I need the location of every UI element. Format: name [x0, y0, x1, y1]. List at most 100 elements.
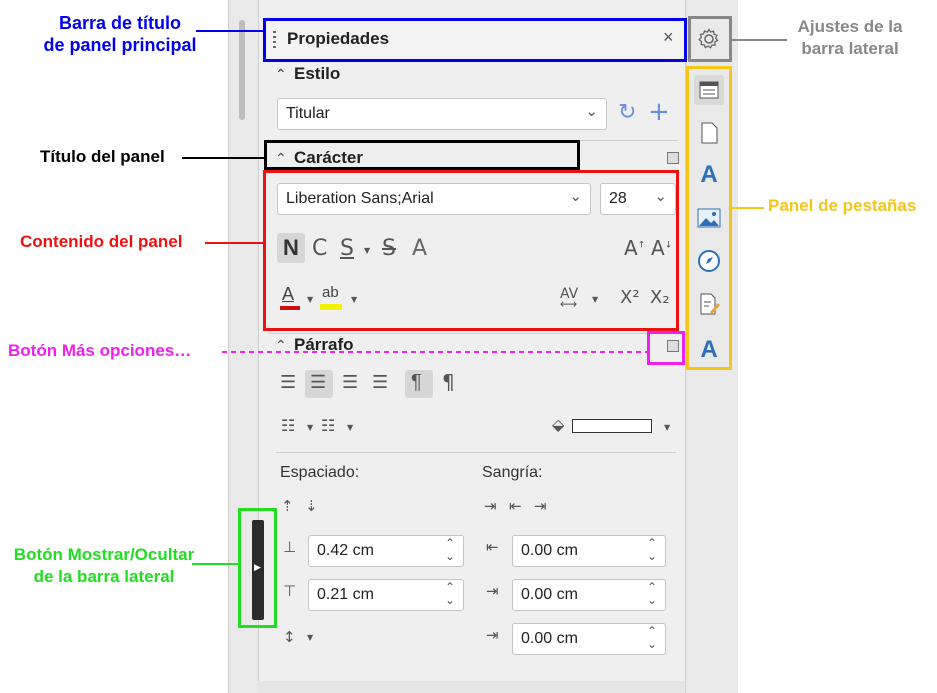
gallery-glyph-icon: [697, 208, 721, 228]
collapse-chevron-icon[interactable]: ⌃: [275, 150, 287, 167]
underline-button[interactable]: S: [340, 236, 354, 261]
increase-font-icon[interactable]: A↑: [624, 236, 645, 260]
subscript-button[interactable]: X₂: [650, 287, 670, 308]
page-glyph-icon: [701, 122, 718, 144]
new-style-icon[interactable]: +: [648, 97, 670, 127]
align-left-icon[interactable]: ☰: [280, 372, 296, 393]
numbered-dropdown-icon[interactable]: ▼: [347, 423, 353, 432]
line-spacing-dropdown-icon[interactable]: ▼: [307, 633, 313, 642]
background-dropdown-icon[interactable]: ▼: [664, 423, 670, 432]
spin-arrows-icon[interactable]: ⌃ ⌄: [647, 625, 657, 651]
strikethrough-button[interactable]: S: [382, 236, 396, 261]
first-line-indent-value: 0.00 cm: [521, 630, 578, 647]
character-spacing-icon[interactable]: AV ⟷: [560, 286, 578, 318]
chevron-down-icon: ⌄: [654, 188, 667, 205]
pilcrow-ltr-icon: ¶: [411, 371, 422, 393]
italic-button[interactable]: C: [312, 236, 327, 261]
decrease-spacing-icon[interactable]: ⇣: [305, 497, 318, 515]
background-color-swatch[interactable]: [572, 419, 652, 433]
align-center-button[interactable]: ☰: [305, 370, 333, 398]
justify-icon[interactable]: ☰: [372, 372, 388, 393]
before-indent-value: 0.00 cm: [521, 542, 578, 559]
below-spacing-value: 0.21 cm: [317, 586, 374, 603]
below-spacing-field[interactable]: 0.21 cm ⌃ ⌄: [308, 579, 464, 611]
spin-arrows-icon[interactable]: ⌃ ⌄: [647, 581, 657, 607]
bullet-dropdown-icon[interactable]: ▼: [307, 423, 313, 432]
above-spacing-field[interactable]: 0.42 cm ⌃ ⌄: [308, 535, 464, 567]
spin-arrows-icon[interactable]: ⌃ ⌄: [445, 537, 455, 563]
first-line-indent-field[interactable]: 0.00 cm ⌃ ⌄: [512, 623, 666, 655]
character-panel-title[interactable]: Carácter: [294, 148, 363, 168]
align-right-icon[interactable]: ☰: [342, 372, 358, 393]
scrollbar-thumb[interactable]: [239, 20, 245, 120]
content-callout-line: [205, 242, 265, 244]
panel-content-annotation: Contenido del panel: [20, 232, 183, 251]
ltr-button[interactable]: ¶: [405, 370, 433, 398]
manage-changes-icon[interactable]: [694, 289, 724, 319]
design-icon[interactable]: A: [694, 335, 724, 365]
decrease-font-icon[interactable]: A↓: [651, 236, 672, 260]
expand-arrow-icon: ▶: [254, 562, 261, 572]
background-fill-icon[interactable]: ⬙: [552, 415, 564, 434]
decrease-indent-icon[interactable]: ⇤: [509, 497, 522, 515]
style-panel-title[interactable]: Estilo: [294, 64, 340, 84]
divider: [276, 452, 676, 453]
increase-spacing-icon[interactable]: ⇡: [281, 497, 294, 515]
font-color-swatch: [280, 306, 300, 310]
above-spacing-icon: ⊥: [283, 538, 297, 556]
style-select-value: Titular: [286, 105, 330, 122]
properties-icon[interactable]: [694, 75, 724, 105]
underline-dropdown-icon[interactable]: ▼: [364, 246, 370, 255]
collapse-chevron-icon[interactable]: ⌃: [275, 66, 287, 83]
pilcrow-rtl-icon[interactable]: ¶: [442, 370, 455, 394]
deck-bottom: [258, 681, 685, 693]
font-size-select[interactable]: 28 ⌄: [600, 183, 676, 215]
after-indent-field[interactable]: 0.00 cm ⌃ ⌄: [512, 579, 666, 611]
style-select[interactable]: Titular ⌄: [277, 98, 607, 130]
character-more-options-icon[interactable]: [667, 152, 679, 164]
update-style-icon[interactable]: ↻: [618, 100, 636, 125]
properties-glyph-icon: [699, 81, 719, 99]
highlight-icon: ab: [322, 284, 339, 301]
first-line-indent-icon: ⇥: [486, 626, 499, 644]
page-icon[interactable]: [694, 118, 724, 148]
shadow-button[interactable]: A: [412, 236, 427, 261]
more-options-callout-line: [222, 351, 648, 353]
bold-button[interactable]: N: [277, 233, 305, 263]
line-spacing-icon[interactable]: ↕: [283, 628, 296, 646]
spacing-dropdown-icon[interactable]: ▼: [592, 295, 598, 304]
before-indent-field[interactable]: 0.00 cm ⌃ ⌄: [512, 535, 666, 567]
panel-title-callout-line: [182, 157, 265, 159]
numbered-list-icon[interactable]: ☷: [321, 416, 335, 435]
deck-title: Propiedades: [287, 29, 390, 48]
spin-arrows-icon[interactable]: ⌃ ⌄: [647, 537, 657, 563]
toggle-sidebar-button[interactable]: ▶: [252, 520, 264, 620]
font-size-value: 28: [609, 190, 627, 207]
highlight-button[interactable]: ab: [320, 284, 344, 312]
after-indent-value: 0.00 cm: [521, 586, 578, 603]
font-color-button[interactable]: A: [279, 284, 301, 312]
superscript-button[interactable]: X²: [620, 287, 640, 308]
bullet-list-icon[interactable]: ☷: [281, 416, 295, 435]
highlight-swatch: [320, 304, 342, 310]
spin-arrows-icon[interactable]: ⌃ ⌄: [445, 581, 455, 607]
increase-indent-icon[interactable]: ⇥: [484, 497, 497, 515]
hanging-indent-icon[interactable]: ⇥: [534, 497, 547, 515]
styles-icon[interactable]: A: [694, 160, 724, 190]
close-icon[interactable]: ×: [663, 27, 674, 48]
grip-icon[interactable]: [273, 31, 276, 51]
paragraph-more-options-icon[interactable]: [667, 340, 679, 352]
highlight-dropdown-icon[interactable]: ▼: [351, 295, 357, 304]
styles-glyph-icon: A: [700, 161, 718, 188]
above-spacing-value: 0.42 cm: [317, 542, 374, 559]
font-name-value: Liberation Sans;Arial: [286, 190, 434, 207]
sidebar-settings-button[interactable]: [692, 22, 726, 56]
font-name-select[interactable]: Liberation Sans;Arial ⌄: [277, 183, 591, 215]
gallery-icon[interactable]: [694, 203, 724, 233]
title-bar-annotation: Barra de título de panel principal: [43, 13, 197, 55]
panel-title-annotation: Título del panel: [40, 147, 165, 166]
gear-icon: [698, 28, 719, 49]
tabbar-annotation: Panel de pestañas: [768, 196, 917, 215]
navigator-icon[interactable]: [694, 246, 724, 276]
font-color-dropdown-icon[interactable]: ▼: [307, 295, 313, 304]
